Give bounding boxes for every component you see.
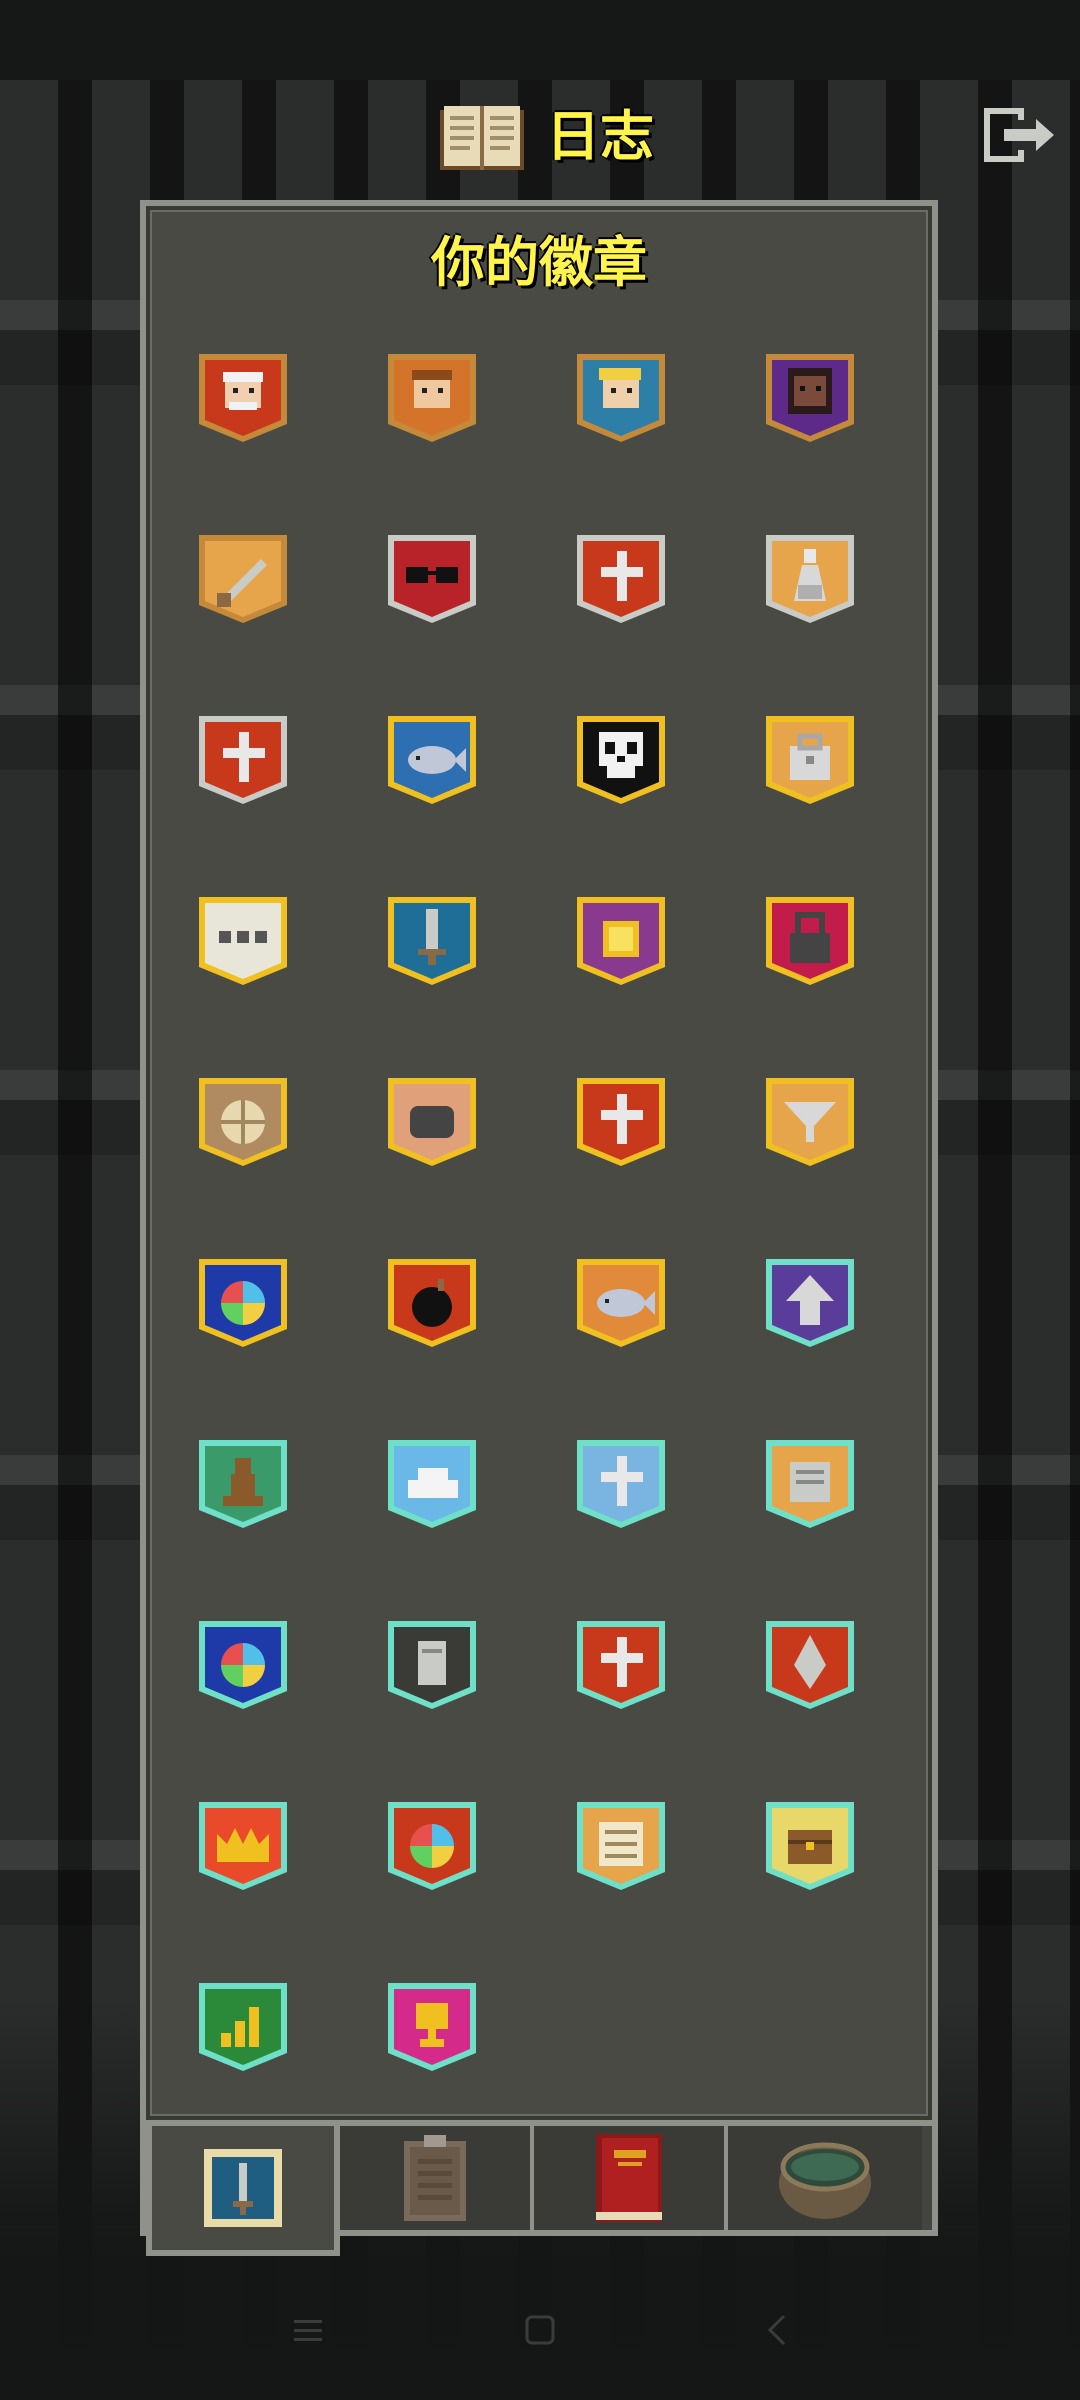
orb-icon [388,1802,476,1890]
rogue-portrait-badge[interactable] [573,348,669,444]
gold-coin-badge[interactable] [573,891,669,987]
orb-icon [199,1259,287,1347]
exit-icon[interactable] [978,102,1060,168]
sword-badge[interactable] [195,529,291,625]
tombstone-badge[interactable] [384,1615,480,1711]
bag-icon [766,716,854,804]
dots-icon [199,897,287,985]
menu-icon[interactable] [288,2310,328,2350]
skull-badge[interactable] [573,710,669,806]
chest-badge[interactable] [762,1796,858,1892]
trophy-badge[interactable] [384,1977,480,2073]
pawn-badge[interactable] [195,1434,291,1530]
badges-panel: 你的徽章 [140,200,938,2126]
panel-title: 你的徽章 [431,231,647,294]
scroll-icon [766,1440,854,1528]
glasses-badge[interactable] [384,529,480,625]
mage-portrait-badge[interactable] [384,348,480,444]
funnel-badge[interactable] [762,1072,858,1168]
page-title: 日志 [546,105,654,168]
skull-icon [577,716,665,804]
crown-badge[interactable] [195,1796,291,1892]
fish-icon [577,1259,665,1347]
grave-badge[interactable] [573,1434,669,1530]
bomb-icon [388,1259,476,1347]
cross-silver-badge[interactable] [573,529,669,625]
tab-catalog[interactable] [534,2126,728,2230]
flame-badge[interactable] [762,1615,858,1711]
cross-icon [577,1078,665,1166]
lock-icon [766,897,854,985]
arrow-up-badge[interactable] [762,1253,858,1349]
fish-icon [388,716,476,804]
funnel-icon [766,1078,854,1166]
list-icon [577,1802,665,1890]
lock-badge[interactable] [762,891,858,987]
sword-icon [199,535,287,623]
tab-badges[interactable] [146,2126,340,2256]
tab-bar [140,2126,938,2256]
cross-icon [577,1440,665,1528]
round-shield-icon [199,1078,287,1166]
tab-notes[interactable] [340,2126,534,2230]
scroll-badge[interactable] [762,1434,858,1530]
bag-badge[interactable] [762,710,858,806]
orb-red-badge[interactable] [384,1796,480,1892]
pawn-icon [199,1440,287,1528]
cross-gold-badge[interactable] [573,1072,669,1168]
chart-badge[interactable] [195,1977,291,2073]
cross-icon [199,716,287,804]
journal-screen: 日志 你的徽章 [0,0,1080,2400]
shiny-fish-badge[interactable] [573,1253,669,1349]
journal-book-icon [440,106,524,170]
system-navigation-bar [0,2290,1080,2370]
cross-banner-badge[interactable] [195,710,291,806]
potion-badge[interactable] [762,529,858,625]
pot-icon [779,2142,871,2219]
coin-icon [577,897,665,985]
cloud-badge[interactable] [384,1434,480,1530]
blond-face-icon [577,354,665,442]
drop-icon [766,1621,854,1709]
warrior-portrait-badge[interactable] [195,348,291,444]
dagger-badge[interactable] [384,891,480,987]
glasses-icon [388,535,476,623]
rock-badge[interactable] [384,1072,480,1168]
white-hair-face-icon [199,354,287,442]
status-bar-area [0,0,1080,80]
dagger-icon [388,897,476,985]
tombstone-icon [388,1621,476,1709]
shield-round-badge[interactable] [195,1072,291,1168]
fish-badge[interactable] [384,710,480,806]
badge-grid [195,348,883,2073]
rock-icon [388,1078,476,1166]
red-book-icon [596,2134,662,2222]
brown-hair-face-icon [388,354,476,442]
clipboard-icon [404,2135,466,2221]
bars-icon [199,1983,287,2071]
huntress-portrait-badge[interactable] [762,348,858,444]
rainbow-orb-badge[interactable] [195,1253,291,1349]
chest-icon [766,1802,854,1890]
dark-face-icon [766,354,854,442]
list-badge[interactable] [573,1796,669,1892]
dots-badge[interactable] [195,891,291,987]
badge-icon [204,2149,282,2227]
crown-icon [199,1802,287,1890]
home-icon[interactable] [520,2310,560,2350]
orb-icon [199,1621,287,1709]
cross-teal-badge[interactable] [573,1615,669,1711]
header: 日志 [0,90,1080,190]
arrow-up-icon [766,1259,854,1347]
cloud-icon [388,1440,476,1528]
back-icon[interactable] [758,2310,798,2350]
cross-icon [577,535,665,623]
bomb-badge[interactable] [384,1253,480,1349]
orb-teal-badge[interactable] [195,1615,291,1711]
potion-icon [766,535,854,623]
tab-alchemy[interactable] [728,2126,922,2230]
cross-icon [577,1621,665,1709]
trophy-icon [388,1983,476,2071]
